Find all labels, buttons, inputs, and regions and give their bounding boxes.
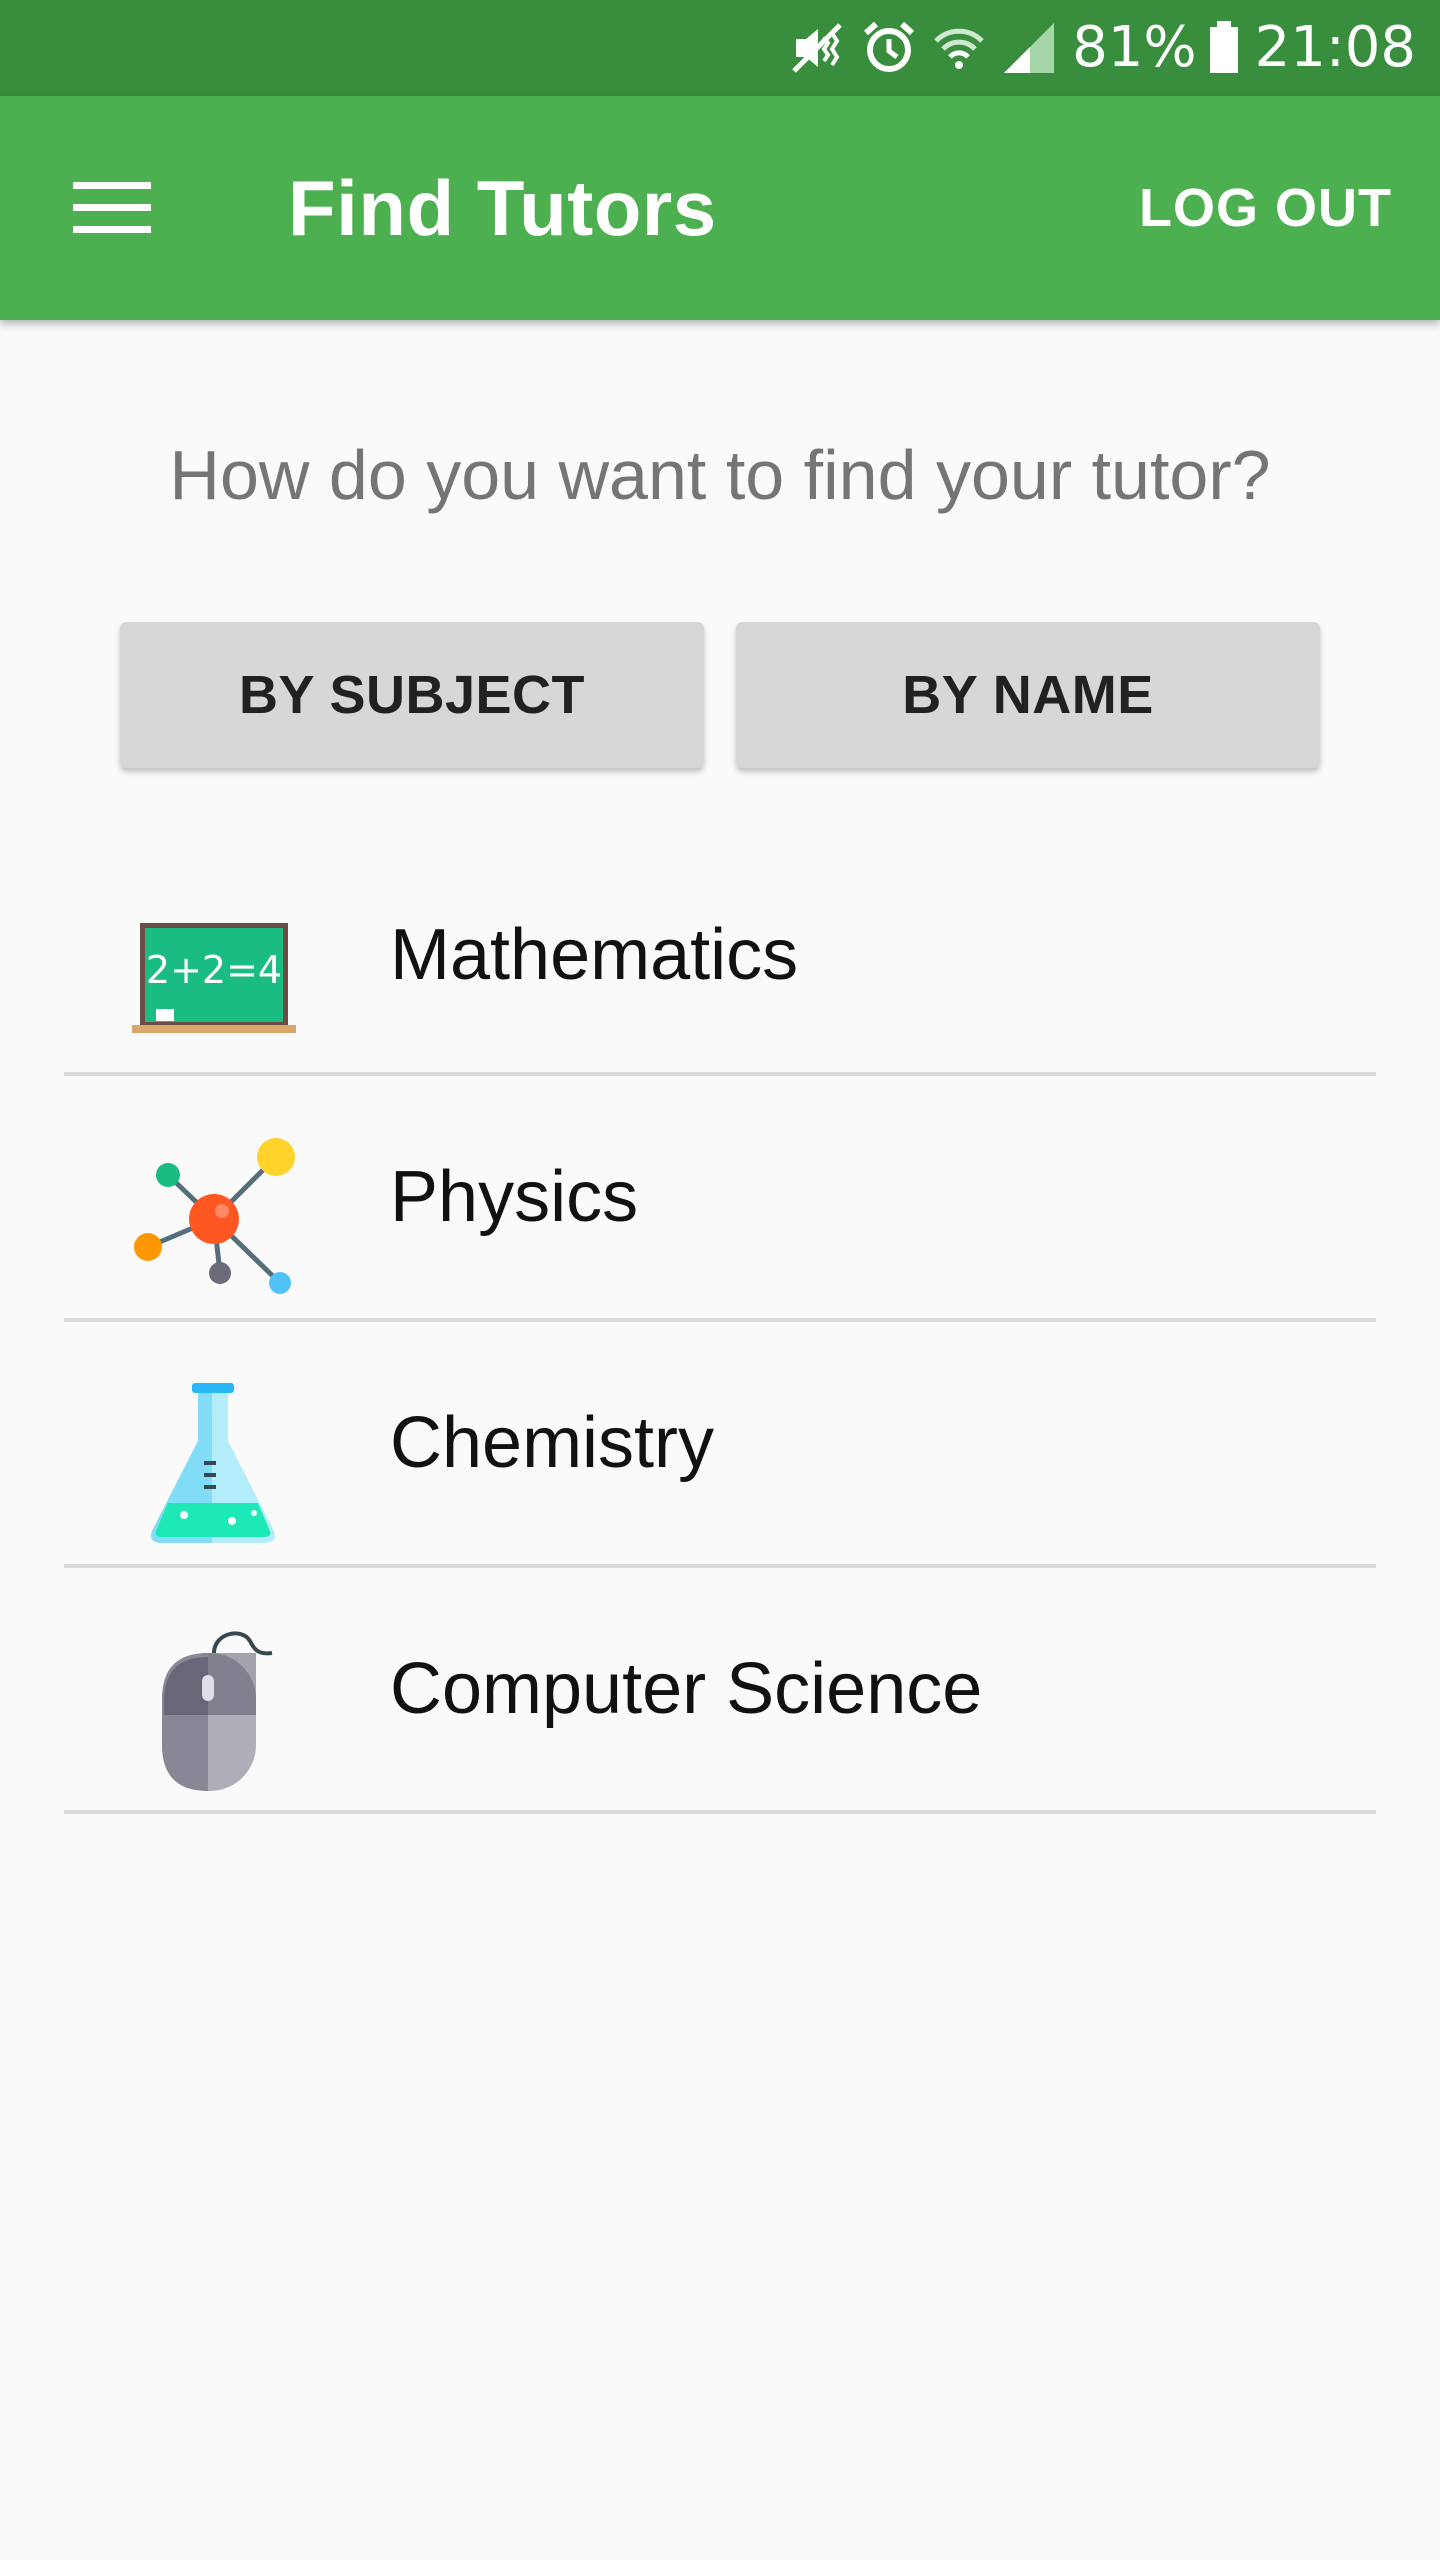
- logout-button[interactable]: LOG OUT: [1139, 96, 1392, 320]
- by-subject-button[interactable]: BY SUBJECT: [120, 622, 704, 768]
- subject-label: Chemistry: [390, 1403, 715, 1483]
- board-equation: 2+2=4: [146, 948, 282, 992]
- molecule-icon: [132, 1137, 296, 1301]
- page-title: Find Tutors: [288, 164, 717, 252]
- status-time: 21:08: [1254, 15, 1416, 80]
- subject-item-computer-science[interactable]: Computer Science: [64, 1568, 1376, 1814]
- battery-percent: 81%: [1072, 15, 1197, 80]
- computer-mouse-icon: [132, 1629, 296, 1793]
- subject-label: Computer Science: [390, 1649, 983, 1729]
- app-bar: Find Tutors LOG OUT: [0, 96, 1440, 320]
- chalkboard-icon: 2+2=4: [132, 891, 296, 1055]
- flask-icon: [132, 1383, 296, 1547]
- subject-item-mathematics[interactable]: 2+2=4 Mathematics: [64, 830, 1376, 1076]
- status-bar: 81% 21:08: [0, 0, 1440, 96]
- alarm-icon: [860, 19, 918, 77]
- subject-item-chemistry[interactable]: Chemistry: [64, 1322, 1376, 1568]
- by-name-button[interactable]: BY NAME: [736, 622, 1320, 768]
- search-mode-question: How do you want to find your tutor?: [169, 436, 1271, 514]
- subject-item-physics[interactable]: Physics: [64, 1076, 1376, 1322]
- status-icons: 81% 21:08: [790, 0, 1416, 96]
- battery-icon: [1207, 19, 1241, 77]
- wifi-icon: [930, 19, 988, 77]
- subject-list: 2+2=4 Mathematics Physics Chemistry Comp…: [64, 830, 1376, 1814]
- subject-label: Physics: [390, 1157, 639, 1237]
- signal-icon: [1000, 19, 1058, 77]
- subject-label: Mathematics: [390, 915, 799, 995]
- mute-icon: [790, 19, 848, 77]
- hamburger-menu-icon[interactable]: [56, 156, 168, 260]
